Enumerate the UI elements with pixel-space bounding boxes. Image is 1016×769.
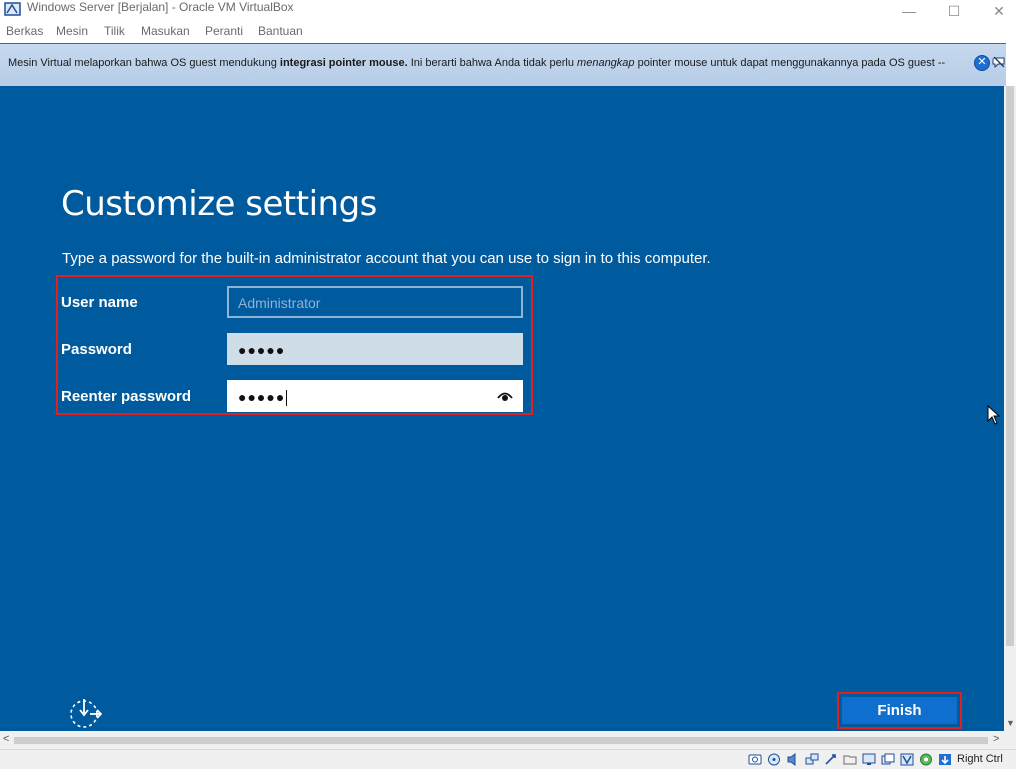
optical-drive-icon[interactable] <box>767 753 781 766</box>
page-title: Customize settings <box>61 184 377 224</box>
horizontal-scroll-thumb[interactable] <box>14 737 988 744</box>
minimize-button[interactable]: — <box>886 0 932 22</box>
username-field[interactable]: Administrator <box>227 286 523 318</box>
virtualbox-icon <box>4 2 21 16</box>
guest-additions-icon[interactable] <box>919 753 933 766</box>
host-key-arrow-icon[interactable] <box>938 753 952 766</box>
vertical-scrollbar[interactable]: ▼ <box>1004 86 1016 731</box>
scroll-right-arrow[interactable]: > <box>993 733 999 745</box>
mute-notification-icon[interactable] <box>992 55 1006 69</box>
video-capture-icon[interactable] <box>881 753 895 766</box>
notification-bar: Mesin Virtual melaporkan bahwa OS guest … <box>0 43 1006 87</box>
scroll-down-arrow[interactable]: ▼ <box>1006 718 1015 728</box>
menu-mesin[interactable]: Mesin <box>56 24 88 38</box>
network-icon[interactable] <box>805 753 819 766</box>
display-icon[interactable] <box>862 753 876 766</box>
horizontal-scrollbar[interactable]: < > <box>0 731 1016 749</box>
text-cursor <box>286 390 288 407</box>
reveal-password-icon[interactable] <box>497 390 513 402</box>
menu-bar: Berkas Mesin Tilik Masukan Peranti Bantu… <box>0 22 1016 42</box>
username-label: User name <box>61 294 138 311</box>
menu-masukan[interactable]: Masukan <box>141 24 190 38</box>
audio-icon[interactable] <box>786 753 800 766</box>
usb-icon[interactable] <box>824 753 838 766</box>
maximize-button[interactable]: ☐ <box>931 0 977 22</box>
scroll-left-arrow[interactable]: < <box>3 733 9 745</box>
menu-peranti[interactable]: Peranti <box>205 24 243 38</box>
password-field[interactable]: ●●●●● <box>227 333 523 365</box>
reenter-password-value: ●●●●● <box>238 389 286 405</box>
vertical-scroll-thumb[interactable] <box>1006 86 1014 646</box>
guest-screen[interactable]: Customize settings Type a password for t… <box>0 86 1004 731</box>
reenter-password-label: Reenter password <box>61 388 192 405</box>
instruction-text: Type a password for the built-in adminis… <box>62 250 711 267</box>
title-bar: Windows Server [Berjalan] - Oracle VM Vi… <box>0 0 1016 22</box>
host-key-label: Right Ctrl <box>957 753 1003 765</box>
menu-tilik[interactable]: Tilik <box>104 24 125 38</box>
storage-icon[interactable] <box>748 753 762 766</box>
ease-of-access-icon[interactable] <box>68 696 102 730</box>
virtualization-icon[interactable] <box>900 753 914 766</box>
finish-button[interactable]: Finish <box>842 697 957 724</box>
password-label: Password <box>61 341 132 358</box>
password-value: ●●●●● <box>238 342 286 358</box>
notification-message: Mesin Virtual melaporkan bahwa OS guest … <box>8 57 946 69</box>
shared-folder-icon[interactable] <box>843 753 857 766</box>
close-notification-icon[interactable]: ✕ <box>974 55 990 71</box>
window-title: Windows Server [Berjalan] - Oracle VM Vi… <box>27 0 294 14</box>
mouse-pointer-icon <box>987 405 1001 425</box>
close-button[interactable]: ✕ <box>976 0 1016 22</box>
menu-berkas[interactable]: Berkas <box>6 24 43 38</box>
highlight-box-finish: Finish <box>837 692 962 729</box>
status-bar: Right Ctrl <box>0 749 1016 769</box>
reenter-password-field[interactable]: ●●●●● <box>227 380 523 412</box>
menu-bantuan[interactable]: Bantuan <box>258 24 303 38</box>
